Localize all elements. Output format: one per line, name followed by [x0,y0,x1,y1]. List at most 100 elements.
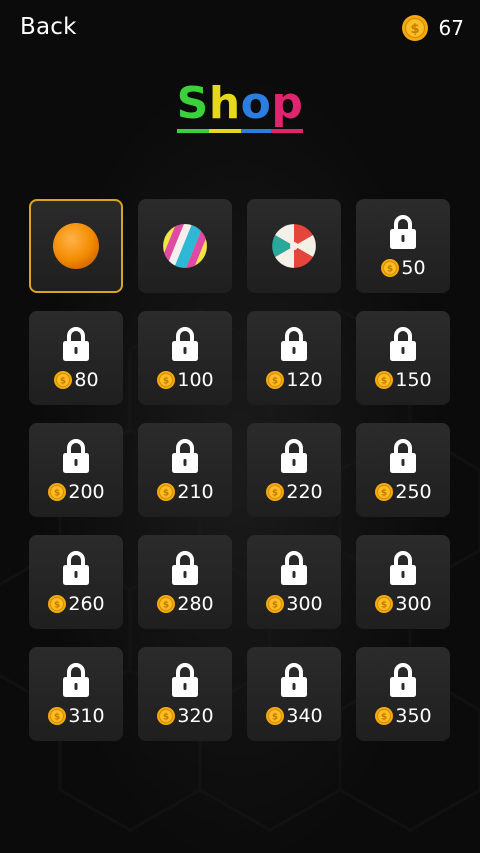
shop-item-locked[interactable]: $250 [356,423,450,517]
coin-icon: $ [157,371,176,389]
coin-count: 67 [438,16,464,40]
item-price-value: 300 [395,593,432,615]
item-price: $280 [156,592,214,616]
back-button[interactable]: Back [20,14,77,40]
shop-item-unlocked[interactable] [247,199,341,293]
item-price: $350 [374,704,432,728]
shop-item-locked[interactable]: $300 [247,535,341,629]
item-price: $300 [265,592,323,616]
svg-text:$: $ [381,713,387,723]
svg-text:$: $ [410,22,419,37]
item-price: $260 [47,592,105,616]
coin-icon: $ [375,371,394,389]
lock-icon [63,551,89,585]
item-price: $210 [156,480,214,504]
svg-text:$: $ [163,489,169,499]
striped-ball-icon [162,223,208,269]
item-price-value: 350 [395,705,432,727]
svg-text:$: $ [381,489,387,499]
coin-icon: $ [375,707,394,725]
lock-icon [390,327,416,361]
title-letter: S [176,80,209,134]
shop-item-unlocked[interactable] [138,199,232,293]
shop-item-locked[interactable]: $340 [247,647,341,741]
orange-ball-icon [53,223,99,269]
item-price: $200 [47,480,105,504]
shop-item-selected[interactable] [29,199,123,293]
svg-text:$: $ [163,713,169,723]
item-price-value: 300 [286,593,323,615]
shop-item-locked[interactable]: $120 [247,311,341,405]
item-price-value: 150 [395,369,432,391]
shop-item-locked[interactable]: $80 [29,311,123,405]
item-price: $320 [156,704,214,728]
shop-item-locked[interactable]: $350 [356,647,450,741]
shop-item-locked[interactable]: $260 [29,535,123,629]
coin-icon: $ [375,595,394,613]
lock-icon [172,663,198,697]
lock-icon [172,551,198,585]
svg-text:$: $ [54,489,60,499]
item-price-value: 200 [68,481,105,503]
lock-icon [390,663,416,697]
item-price: $150 [374,368,432,392]
item-price-value: 320 [177,705,214,727]
coin-icon: $ [375,483,394,501]
lock-icon [390,551,416,585]
item-price-value: 120 [286,369,323,391]
svg-text:$: $ [54,713,60,723]
lock-icon [63,663,89,697]
shop-item-locked[interactable]: $320 [138,647,232,741]
title-letter: h [208,80,241,134]
coin-icon: $ [157,595,176,613]
item-price: $250 [374,480,432,504]
item-price: $310 [47,704,105,728]
shop-item-locked[interactable]: $300 [356,535,450,629]
item-price-value: 250 [395,481,432,503]
item-price: $100 [156,368,214,392]
shop-item-locked[interactable]: $150 [356,311,450,405]
lock-icon [390,215,416,249]
item-price: $220 [265,480,323,504]
svg-text:$: $ [272,489,278,499]
item-price: $50 [380,256,426,280]
shop-item-locked[interactable]: $200 [29,423,123,517]
svg-text:$: $ [381,601,387,611]
lock-icon [172,439,198,473]
item-price-value: 100 [177,369,214,391]
shop-item-locked[interactable]: $220 [247,423,341,517]
svg-text:$: $ [60,377,66,387]
title-letter: o [240,80,272,134]
item-price-value: 280 [177,593,214,615]
lock-icon [281,439,307,473]
shop-item-locked[interactable]: $310 [29,647,123,741]
coin-icon: $ [48,707,67,725]
lock-icon [281,663,307,697]
page-title: Shop [0,78,480,134]
item-price-value: 220 [286,481,323,503]
shop-item-locked[interactable]: $210 [138,423,232,517]
shop-item-locked[interactable]: $100 [138,311,232,405]
coin-icon: $ [48,483,67,501]
coin-icon: $ [381,259,400,277]
item-price-value: 80 [74,369,99,391]
shop-grid: $50 $80 $100 $120 $150 $200 $210 $220 $250 $260 $2… [29,199,450,741]
item-price-value: 310 [68,705,105,727]
coin-icon: $ [48,595,67,613]
item-price: $80 [53,368,99,392]
svg-text:$: $ [381,377,387,387]
shop-item-locked[interactable]: $280 [138,535,232,629]
coin-icon: $ [266,483,285,501]
coin-icon: $ [54,371,73,389]
svg-text:$: $ [163,377,169,387]
lock-icon [63,439,89,473]
coin-icon: $ [266,371,285,389]
item-price: $120 [265,368,323,392]
shop-item-locked[interactable]: $50 [356,199,450,293]
coin-icon: $ [157,483,176,501]
coin-icon: $ [266,595,285,613]
item-price-value: 210 [177,481,214,503]
lock-icon [63,327,89,361]
item-price-value: 50 [401,257,426,279]
svg-text:$: $ [272,601,278,611]
